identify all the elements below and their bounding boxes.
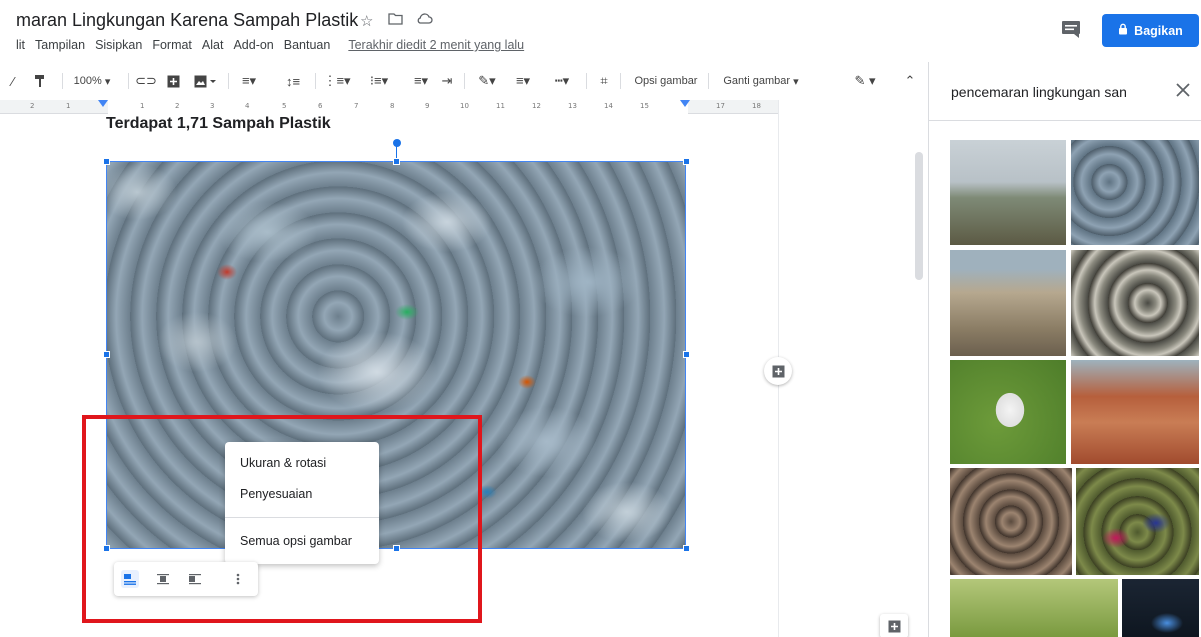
left-indent-marker[interactable] bbox=[98, 100, 108, 107]
menu-tools[interactable]: Alat bbox=[202, 38, 224, 52]
ruler-number: 5 bbox=[282, 102, 287, 110]
ruler-number: 7 bbox=[354, 102, 359, 110]
ruler-number: 10 bbox=[460, 102, 469, 110]
image-result[interactable] bbox=[950, 468, 1072, 575]
folder-icon[interactable] bbox=[388, 12, 403, 29]
link-icon[interactable]: ⊂⊃ bbox=[135, 66, 157, 96]
ruler-number: 18 bbox=[752, 102, 761, 110]
ruler-number: 13 bbox=[568, 102, 577, 110]
ruler-number: 3 bbox=[210, 102, 215, 110]
image-options-button[interactable]: Opsi gambar bbox=[628, 66, 704, 96]
menu-format[interactable]: Format bbox=[152, 38, 192, 52]
image-result[interactable] bbox=[1076, 468, 1199, 575]
comment-icon[interactable] bbox=[1060, 18, 1082, 40]
zoom-select[interactable]: 100% ▾ bbox=[72, 66, 112, 96]
align-icon[interactable]: ≡▾ bbox=[238, 66, 260, 96]
ruler-number: 15 bbox=[640, 102, 649, 110]
insert-image-icon[interactable] bbox=[192, 66, 218, 96]
menu-help[interactable]: Bantuan bbox=[284, 38, 331, 52]
menu-insert[interactable]: Sisipkan bbox=[95, 38, 142, 52]
explore-search-input[interactable]: pencemaran lingkungan san bbox=[951, 84, 1161, 100]
resize-handle-top-right[interactable] bbox=[683, 158, 690, 165]
image-result[interactable] bbox=[950, 250, 1066, 356]
crop-icon[interactable]: ⌗ bbox=[594, 66, 614, 96]
resize-handle-bottom-right[interactable] bbox=[683, 545, 690, 552]
replace-image-button[interactable]: Ganti gambar ▾ bbox=[716, 66, 806, 96]
explore-panel: pencemaran lingkungan san bbox=[928, 62, 1201, 637]
image-result[interactable] bbox=[950, 579, 1118, 637]
title-bar: maran Lingkungan Karena Sampah Plastik ☆… bbox=[0, 0, 1201, 62]
ruler-number: 9 bbox=[425, 102, 430, 110]
paint-format-icon[interactable] bbox=[32, 66, 48, 96]
last-edit-link[interactable]: Terakhir diedit 2 menit yang lalu bbox=[348, 38, 524, 52]
ruler-number: 4 bbox=[245, 102, 250, 110]
ruler-number: 2 bbox=[175, 102, 180, 110]
border-dash-icon[interactable]: ┅▾ bbox=[548, 66, 576, 96]
border-weight-icon[interactable]: ≡▾ bbox=[510, 66, 536, 96]
ruler-number: 14 bbox=[604, 102, 613, 110]
image-result[interactable] bbox=[1122, 579, 1199, 637]
document-heading[interactable]: Terdapat 1,71 Sampah Plastik bbox=[106, 115, 331, 133]
image-result[interactable] bbox=[1071, 360, 1199, 464]
image-result[interactable] bbox=[1071, 250, 1199, 356]
star-icon[interactable]: ☆ bbox=[360, 12, 373, 30]
resize-handle-top-left[interactable] bbox=[103, 158, 110, 165]
image-result[interactable] bbox=[1071, 140, 1199, 245]
line-spacing-icon[interactable]: ↕≡ bbox=[284, 66, 302, 96]
resize-handle-left[interactable] bbox=[103, 351, 110, 358]
ruler[interactable]: 2 1 1 2 3 4 5 6 7 8 9 10 11 12 13 14 15 … bbox=[0, 100, 778, 114]
lock-icon bbox=[1118, 23, 1128, 38]
add-comment-toolbar-icon[interactable] bbox=[164, 66, 182, 96]
ruler-number: 12 bbox=[532, 102, 541, 110]
ruler-number: 1 bbox=[66, 102, 71, 110]
rotate-handle[interactable] bbox=[393, 139, 401, 147]
close-icon[interactable] bbox=[1171, 78, 1195, 102]
share-button[interactable]: Bagikan bbox=[1102, 14, 1199, 47]
ruler-number: 17 bbox=[716, 102, 725, 110]
right-indent-marker[interactable] bbox=[680, 100, 690, 107]
formatting-toolbar: ⁄ 100% ▾ ⊂⊃ ≡▾ ↕≡ ⋮≡▾ ⁝≡▾ ≡▾ ⇥ ✎▾ ≡▾ ┅▾ … bbox=[0, 66, 928, 96]
menu-bar: lit Tampilan Sisipkan Format Alat Add-on… bbox=[16, 38, 524, 52]
bulleted-list-icon[interactable]: ⁝≡▾ bbox=[366, 66, 392, 96]
image-result[interactable] bbox=[950, 360, 1066, 464]
add-comment-icon[interactable] bbox=[764, 357, 792, 385]
menu-view[interactable]: Tampilan bbox=[35, 38, 85, 52]
ruler-number: 2 bbox=[30, 102, 35, 110]
document-title[interactable]: maran Lingkungan Karena Sampah Plastik bbox=[16, 10, 358, 31]
menu-addons[interactable]: Add-on bbox=[233, 38, 273, 52]
image-result[interactable] bbox=[950, 140, 1066, 245]
highlight-annotation bbox=[82, 415, 482, 623]
ruler-number: 11 bbox=[496, 102, 505, 110]
ruler-number: 6 bbox=[318, 102, 323, 110]
numbered-list-icon[interactable]: ≡▾ bbox=[408, 66, 434, 96]
checklist-icon[interactable]: ⋮≡▾ bbox=[323, 66, 350, 96]
spellcheck-icon[interactable]: ⁄ bbox=[6, 66, 20, 96]
indent-icon[interactable]: ⇥ bbox=[438, 66, 456, 96]
cloud-icon[interactable] bbox=[416, 12, 433, 29]
resize-handle-right[interactable] bbox=[683, 351, 690, 358]
vertical-scrollbar[interactable] bbox=[915, 152, 923, 280]
ruler-number: 8 bbox=[390, 102, 395, 110]
ruler-number: 1 bbox=[140, 102, 145, 110]
share-label: Bagikan bbox=[1134, 23, 1183, 38]
menu-edit[interactable]: lit bbox=[16, 38, 25, 52]
edit-mode-icon[interactable]: ✎ ▾ bbox=[850, 66, 880, 96]
explore-icon[interactable] bbox=[880, 614, 908, 637]
resize-handle-top[interactable] bbox=[393, 158, 400, 165]
collapse-toolbar-icon[interactable]: ⌃ bbox=[900, 66, 920, 96]
border-color-icon[interactable]: ✎▾ bbox=[474, 66, 500, 96]
